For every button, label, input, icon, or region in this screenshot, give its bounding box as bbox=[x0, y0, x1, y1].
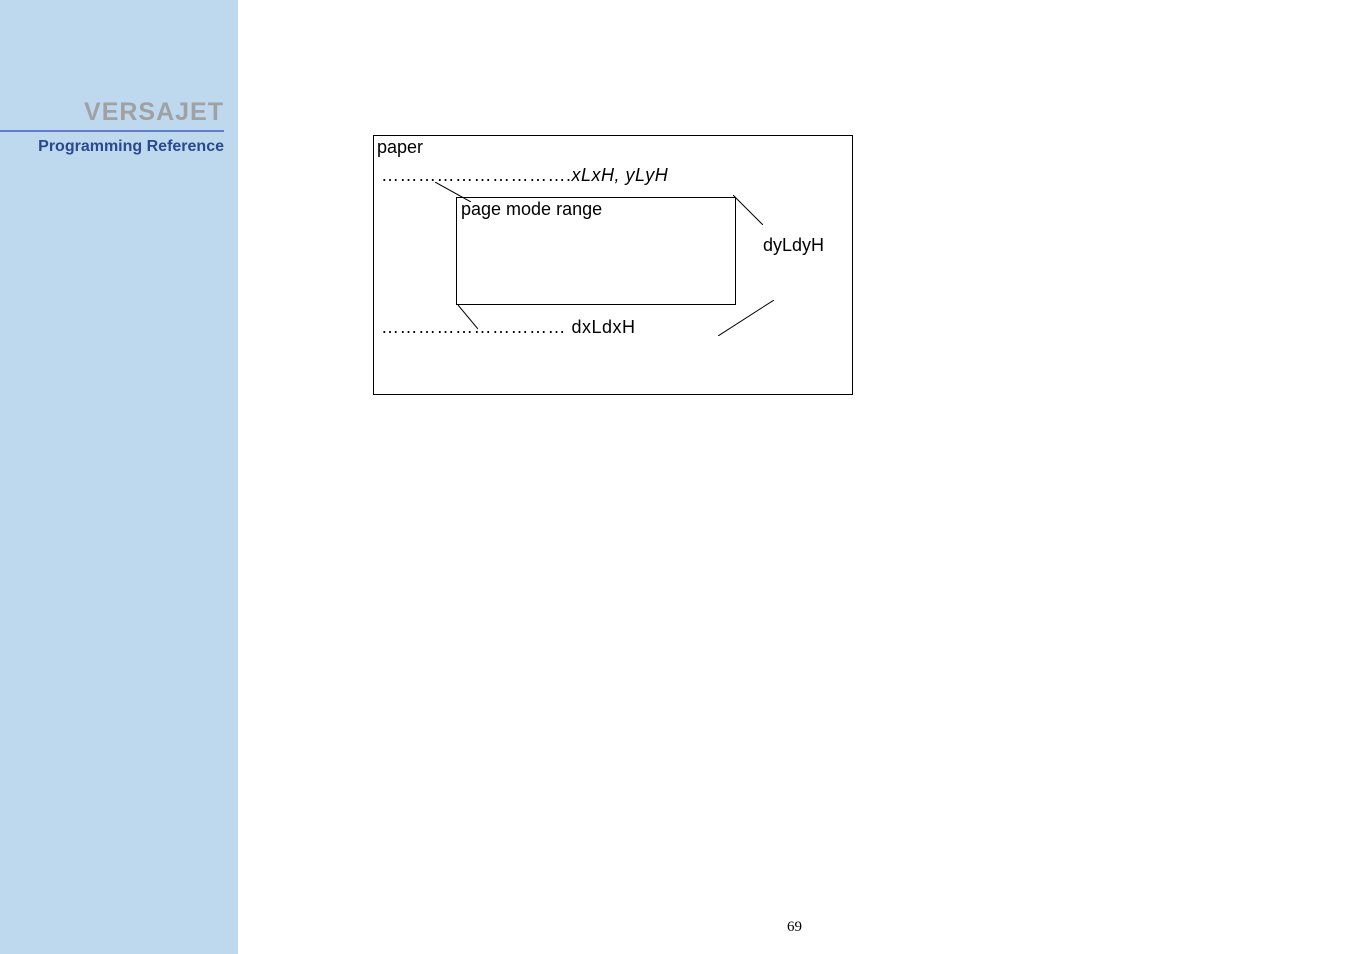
brand-title: VERSAJET bbox=[0, 98, 224, 127]
bottom-coord-label: dxLdxH bbox=[572, 317, 636, 337]
right-coord-label: dyLdyH bbox=[763, 235, 824, 256]
corner-tick-bottom-right bbox=[718, 300, 774, 336]
corner-tick-top-right bbox=[733, 195, 763, 225]
page-mode-diagram: paper ………………………….xLxH, yLyH page mode ra… bbox=[373, 135, 853, 395]
page-mode-range-label: page mode range bbox=[461, 199, 602, 220]
top-coordinate-row: ………………………….xLxH, yLyH bbox=[381, 165, 668, 186]
bottom-dots: ………………………… bbox=[381, 317, 566, 337]
page-content: paper ………………………….xLxH, yLyH page mode ra… bbox=[238, 0, 1351, 954]
top-coord-label: xLxH, yLyH bbox=[572, 165, 669, 185]
document-subtitle: Programming Reference bbox=[0, 138, 224, 156]
sidebar: VERSAJET Programming Reference bbox=[0, 0, 238, 954]
corner-tick-top-left bbox=[435, 182, 471, 202]
top-dots: …………………………. bbox=[381, 165, 572, 185]
page-number: 69 bbox=[787, 919, 802, 936]
brand-divider bbox=[0, 130, 224, 132]
paper-label: paper bbox=[377, 137, 423, 158]
bottom-coordinate-row: ………………………… dxLdxH bbox=[381, 317, 636, 338]
